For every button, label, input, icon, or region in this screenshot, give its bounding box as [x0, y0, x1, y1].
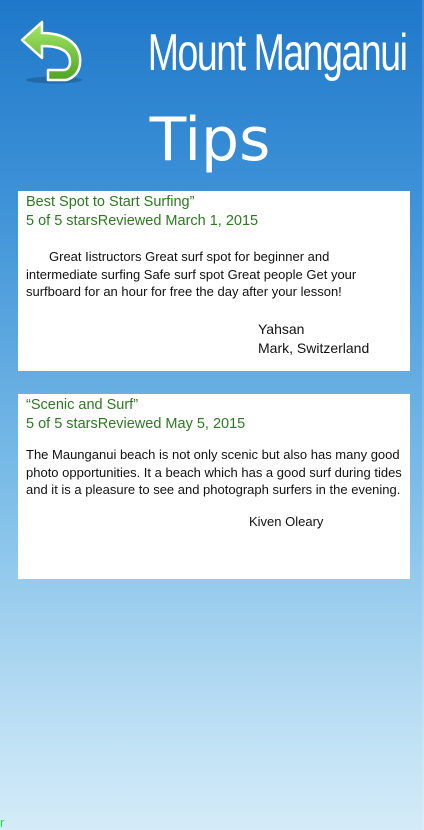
- page-subtitle: Tips: [149, 105, 271, 175]
- review-body: Great Iistructors Great surf spot for be…: [26, 249, 357, 299]
- back-arrow-icon: [20, 20, 82, 84]
- review-rating: 5 of 5 starsReviewed May 5, 2015: [26, 416, 246, 432]
- review-rating: 5 of 5 starsReviewed March 1, 2015: [26, 213, 259, 229]
- review-card: “Scenic and Surf” 5 of 5 starsReviewed M…: [18, 394, 410, 579]
- review-card: Best Spot to Start Surfing” 5 of 5 stars…: [18, 191, 410, 371]
- page-title: Mount Manganui: [147, 24, 408, 82]
- review-author-name: Yahsan: [258, 320, 305, 337]
- review-body: The Maunganui beach is not only scenic b…: [26, 447, 402, 497]
- review-title: Best Spot to Start Surfing”: [26, 194, 195, 210]
- corner-text-fragment: r: [0, 815, 5, 830]
- review-title: “Scenic and Surf”: [26, 397, 139, 413]
- back-button[interactable]: [18, 20, 86, 86]
- review-author-name: Kiven Oleary: [249, 513, 324, 529]
- review-author-location: Mark, Switzerland: [258, 339, 370, 356]
